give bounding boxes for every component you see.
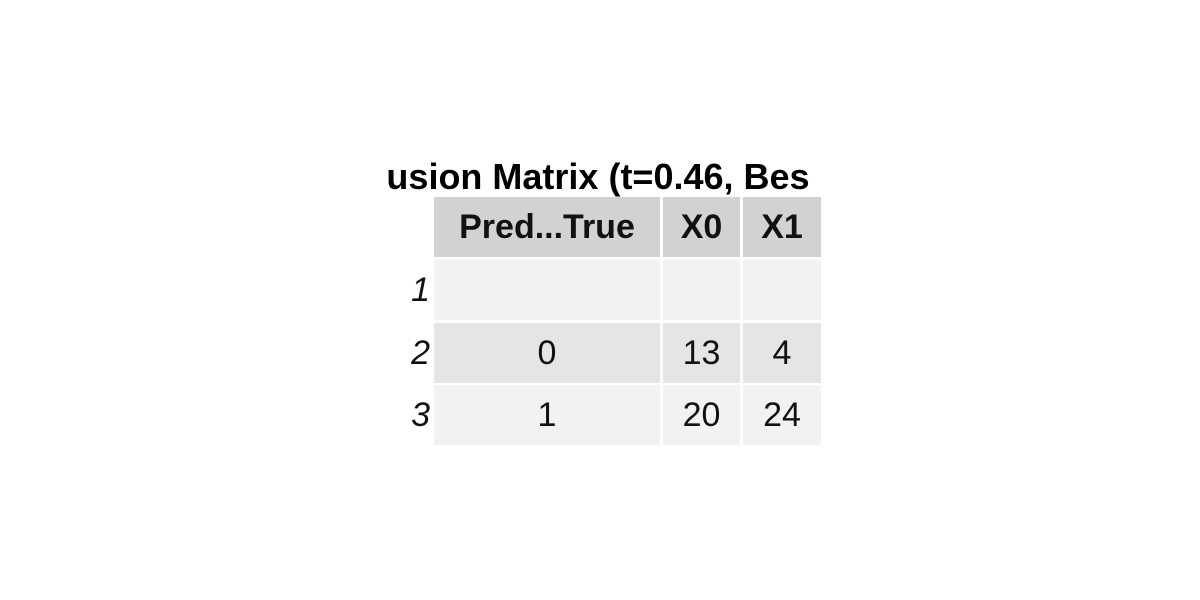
row-label-3: 3 bbox=[411, 395, 430, 434]
table-title: usion Matrix (t=0.46, Bes bbox=[386, 156, 810, 197]
table-title-clip: usion Matrix (t=0.46, Bes bbox=[374, 152, 822, 200]
cell-r1-c2 bbox=[663, 260, 740, 320]
cell-r2-c2: 13 bbox=[663, 323, 740, 383]
header-cell-pred-true: Pred...True bbox=[434, 197, 660, 257]
confusion-matrix-table: usion Matrix (t=0.46, Bes Pred...True X0… bbox=[0, 0, 1200, 600]
cell-r1-c3 bbox=[743, 260, 821, 320]
cell-r3-c3: 24 bbox=[743, 385, 821, 445]
cell-r2-c3: 4 bbox=[743, 323, 821, 383]
row-label-2: 2 bbox=[411, 333, 430, 372]
row-label-1: 1 bbox=[411, 270, 430, 309]
header-cell-x1: X1 bbox=[743, 197, 821, 257]
cell-r3-c2: 20 bbox=[663, 385, 740, 445]
cell-r1-c1 bbox=[434, 260, 660, 320]
cell-r3-c1: 1 bbox=[434, 385, 660, 445]
header-cell-x0: X0 bbox=[663, 197, 740, 257]
cell-r2-c1: 0 bbox=[434, 323, 660, 383]
